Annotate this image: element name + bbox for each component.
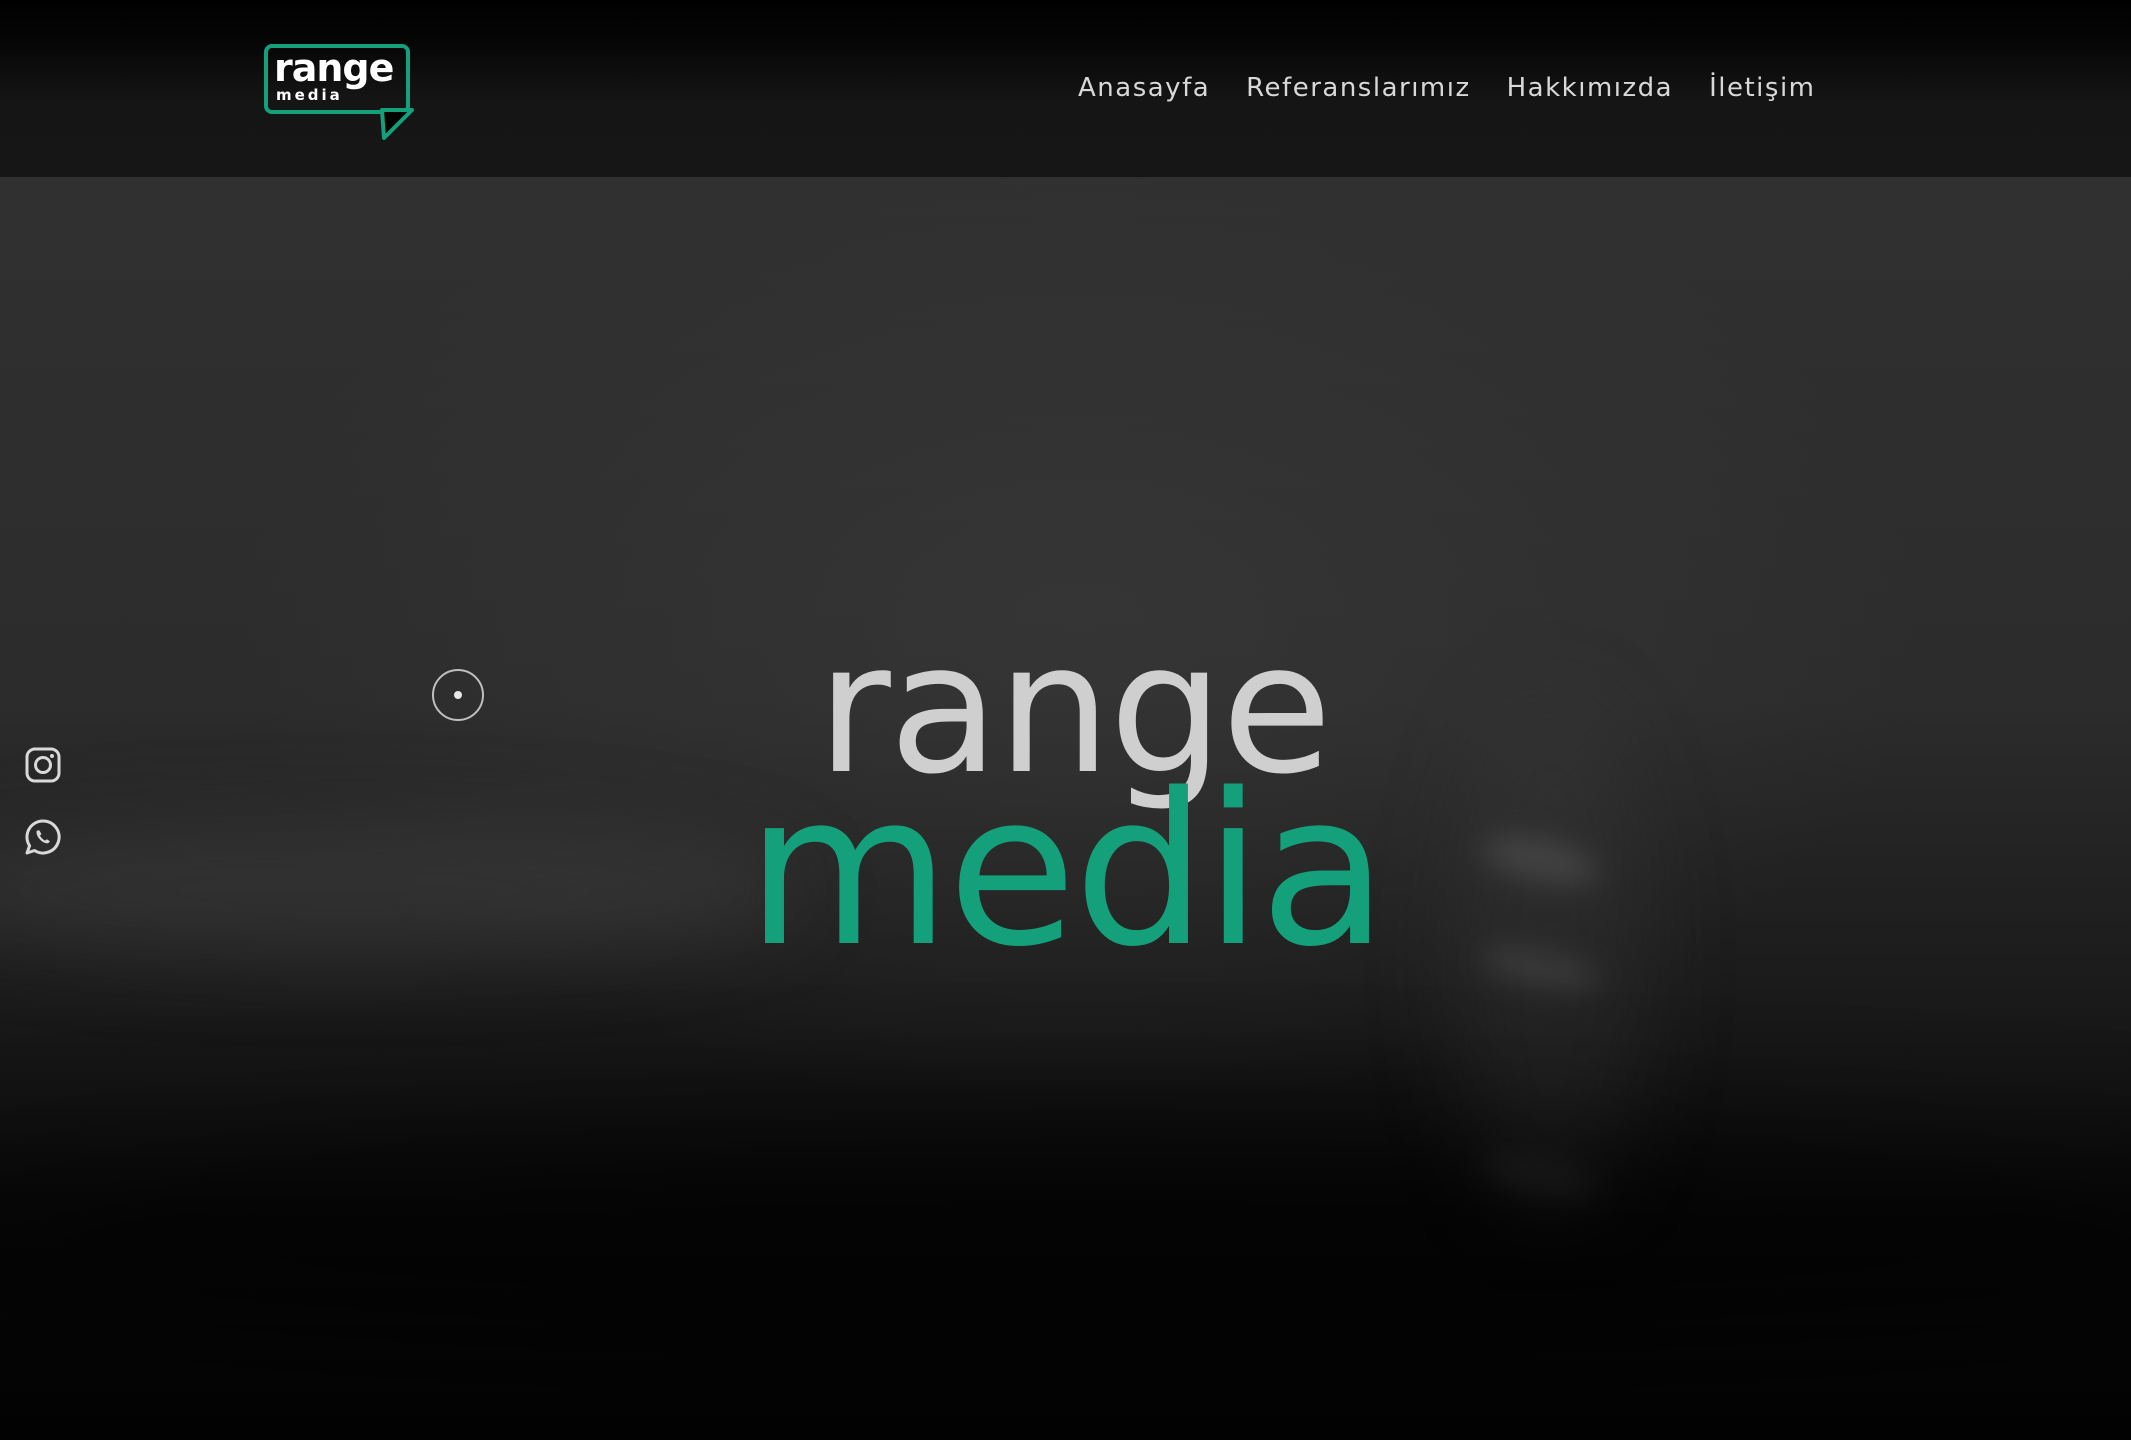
site-header: range media Anasayfa Referanslarımız Hak…: [0, 0, 2131, 177]
hero-title-media: media: [745, 748, 1388, 993]
main-nav: Anasayfa Referanslarımız Hakkımızda İlet…: [1078, 68, 1816, 108]
page: range media Anasayfa Referanslarımız Hak…: [0, 0, 2131, 1440]
nav-item-hakkimizda[interactable]: Hakkımızda: [1507, 68, 1673, 108]
nav-item-referanslarimiz[interactable]: Referanslarımız: [1246, 68, 1470, 108]
background-texture: [1477, 1147, 1603, 1209]
logo-text-media: media: [276, 86, 343, 104]
logo-text-range: range: [274, 46, 394, 90]
site-logo[interactable]: range media: [262, 42, 418, 140]
nav-item-iletisim[interactable]: İletişim: [1709, 68, 1815, 108]
background-shadow: [0, 1120, 2131, 1380]
nav-item-anasayfa[interactable]: Anasayfa: [1078, 68, 1210, 108]
